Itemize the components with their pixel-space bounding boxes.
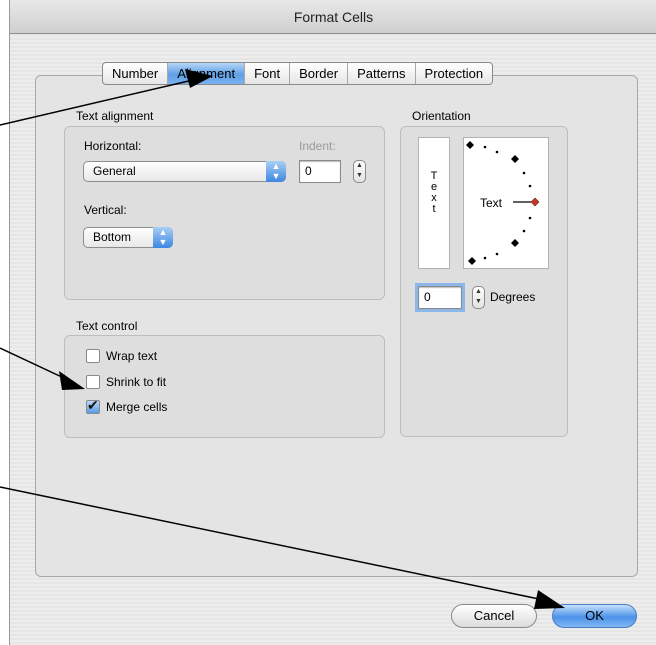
cancel-button[interactable]: Cancel [451, 604, 537, 628]
tab-number[interactable]: Number [103, 63, 169, 84]
tab-bar: Number Alignment Font Border Patterns Pr… [102, 62, 494, 85]
text-control-heading: Text control [76, 319, 138, 333]
shrink-to-fit-label: Shrink to fit [106, 375, 167, 389]
horizontal-select[interactable]: General ▲ ▼ [83, 161, 286, 182]
wrap-text-label: Wrap text [106, 349, 158, 363]
degrees-label: Degrees [490, 290, 536, 304]
text-alignment-heading: Text alignment [76, 109, 154, 123]
dial-text-label: Text [480, 196, 503, 210]
dialog-title: Format Cells [293, 9, 374, 25]
degrees-value: 0 [424, 290, 431, 304]
orientation-dial[interactable]: Text [463, 137, 549, 269]
vertical-label: Vertical: [84, 203, 127, 217]
horizontal-label: Horizontal: [84, 139, 142, 153]
merge-cells-label: Merge cells [106, 400, 168, 414]
tab-alignment[interactable]: Alignment [168, 63, 246, 84]
vertical-text-button[interactable]: T e x t [418, 137, 450, 269]
popup-arrows-icon: ▲ ▼ [153, 227, 173, 248]
degrees-field[interactable]: 0 [415, 283, 465, 312]
orientation-heading: Orientation [412, 109, 471, 123]
format-cells-dialog: Format Cells Number Alignment Font Borde… [9, 0, 656, 645]
shrink-to-fit-checkbox[interactable] [86, 375, 100, 389]
tab-protection[interactable]: Protection [416, 63, 493, 84]
degrees-stepper[interactable]: ▲ ▼ [472, 286, 485, 309]
tab-patterns[interactable]: Patterns [348, 63, 416, 84]
merge-cells-checkbox[interactable] [86, 397, 100, 414]
tab-border[interactable]: Border [290, 63, 349, 84]
indent-stepper[interactable]: ▲ ▼ [353, 160, 366, 183]
wrap-text-checkbox[interactable] [86, 349, 100, 363]
ok-button[interactable]: OK [552, 604, 637, 628]
tab-font[interactable]: Font [245, 63, 291, 84]
vertical-select[interactable]: Bottom ▲ ▼ [83, 227, 173, 248]
indent-value: 0 [305, 164, 312, 178]
orientation-dial-graphic [466, 141, 540, 265]
vertical-text-char: t [432, 203, 436, 215]
title-bar[interactable]: Format Cells [10, 0, 656, 34]
indent-label: Indent: [299, 139, 336, 153]
horizontal-select-value: General [93, 164, 136, 178]
popup-arrows-icon: ▲ ▼ [266, 161, 286, 182]
indent-field[interactable]: 0 [299, 160, 341, 183]
vertical-select-value: Bottom [93, 230, 132, 244]
